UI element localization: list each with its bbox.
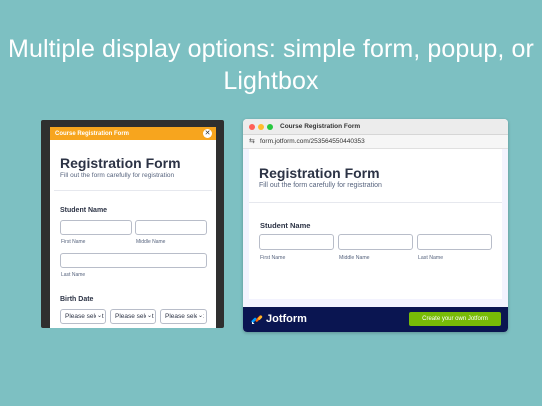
form-title: Registration Form	[60, 155, 181, 171]
birth-month-select[interactable]: Please select ⌄	[60, 309, 106, 324]
browser-tab-title: Course Registration Form	[280, 123, 361, 130]
chevron-down-icon: ⌄	[95, 310, 102, 323]
headline-line-2: Lightbox	[223, 67, 319, 95]
form-title: Registration Form	[259, 165, 380, 181]
last-name-sublabel: Last Name	[61, 272, 86, 278]
middle-name-sublabel: Middle Name	[339, 255, 370, 261]
popup-titlebar[interactable]: Course Registration Form ✕	[50, 127, 216, 140]
popup-title: Course Registration Form	[55, 130, 130, 137]
first-name-input[interactable]	[60, 220, 132, 235]
jotform-brand: Jotform	[266, 313, 307, 325]
middle-name-sublabel: Middle Name	[136, 239, 166, 245]
student-name-label: Student Name	[260, 221, 311, 230]
jotform-logo-icon	[251, 315, 263, 324]
middle-name-input[interactable]	[338, 234, 413, 250]
jotform-footer: Jotform Create your own Jotform	[243, 307, 508, 332]
last-name-input[interactable]	[60, 253, 207, 268]
lightbox-form: Registration Form Fill out the form care…	[249, 149, 502, 299]
minimize-dot-icon[interactable]	[258, 124, 264, 130]
last-name-sublabel: Last Name	[418, 255, 444, 261]
divider	[249, 202, 502, 203]
birth-date-label: Birth Date	[60, 296, 94, 303]
divider	[54, 190, 212, 191]
chevron-down-icon: ⌄	[196, 310, 203, 323]
last-name-input[interactable]	[417, 234, 492, 250]
address-bar[interactable]: ⇆ form.jotform.com/253564550440353	[243, 135, 508, 149]
first-name-input[interactable]	[259, 234, 334, 250]
first-name-sublabel: First Name	[260, 255, 286, 261]
middle-name-input[interactable]	[135, 220, 207, 235]
birth-year-select[interactable]: Please select ⌄	[160, 309, 207, 324]
close-icon[interactable]: ✕	[203, 129, 212, 138]
form-subtitle: Fill out the form carefully for registra…	[259, 182, 382, 189]
headline: Multiple display options: simple form, p…	[0, 33, 542, 97]
popup-form: Registration Form Fill out the form care…	[50, 140, 216, 328]
maximize-dot-icon[interactable]	[267, 124, 273, 130]
student-name-label: Student Name	[60, 207, 108, 214]
url-text[interactable]: form.jotform.com/253564550440353	[260, 138, 365, 145]
site-settings-icon[interactable]: ⇆	[249, 137, 255, 145]
close-dot-icon[interactable]	[249, 124, 255, 130]
popup-mockup: Course Registration Form ✕ Registration …	[41, 120, 224, 328]
browser-titlebar: Course Registration Form	[243, 119, 508, 135]
browser-mockup: Course Registration Form ⇆ form.jotform.…	[243, 119, 508, 332]
create-jotform-button[interactable]: Create your own Jotform	[409, 312, 501, 326]
headline-line-1: Multiple display options: simple form, p…	[8, 35, 534, 63]
first-name-sublabel: First Name	[61, 239, 86, 245]
form-subtitle: Fill out the form carefully for registra…	[60, 172, 175, 179]
birth-day-select[interactable]: Please select ⌄	[110, 309, 156, 324]
chevron-down-icon: ⌄	[145, 310, 152, 323]
